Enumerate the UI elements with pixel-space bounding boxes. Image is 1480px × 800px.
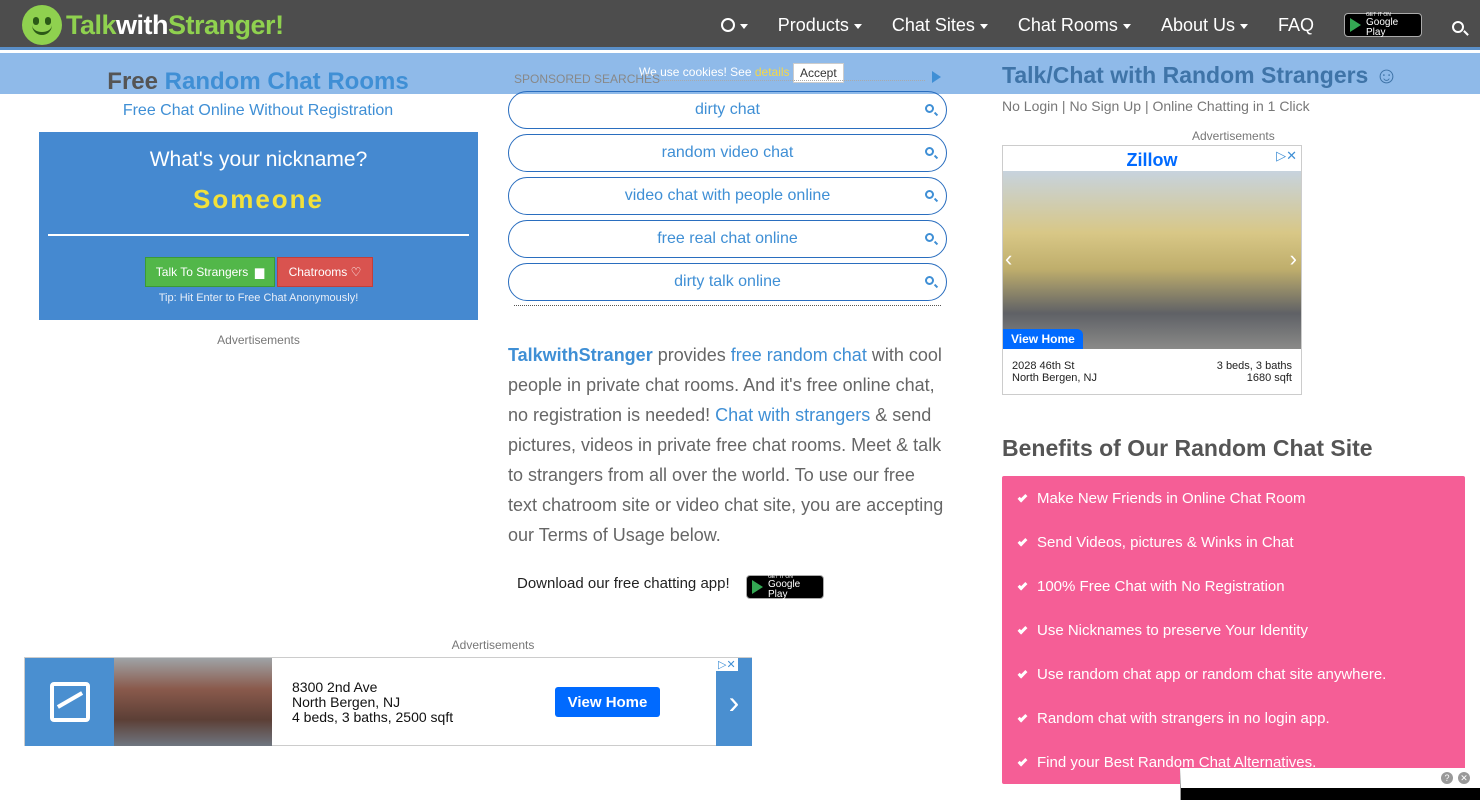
check-icon [1017,756,1028,766]
chevron-right-icon[interactable]: › [1290,246,1297,272]
nickname-input[interactable]: Someone [39,184,478,215]
list-item: Send Videos, pictures & Winks in Chat [1017,534,1294,551]
list-item: Make New Friends in Online Chat Room [1017,490,1305,507]
nickname-panel: What's your nickname? Someone Talk To St… [39,132,478,320]
play-store-icon [752,580,763,594]
ads-label: Advertisements [1192,129,1275,143]
list-item: Use random chat app or random chat site … [1017,666,1386,683]
divider [660,80,925,81]
brand-link[interactable]: TalkwithStranger [508,345,653,365]
list-item: 100% Free Chat with No Registration [1017,578,1285,595]
ad-address: 8300 2nd Ave North Bergen, NJ 4 beds, 3 ba… [292,679,454,725]
divider [514,305,941,306]
ads-label: Advertisements [451,638,535,652]
ads-label: Advertisements [217,333,300,347]
talk-to-strangers-button[interactable]: Talk To Strangers ▆ [145,257,275,287]
chevron-down-icon [739,23,748,29]
search-icon [925,190,934,199]
chevron-down-icon [1122,23,1131,29]
check-icon [1017,536,1028,546]
nickname-underline [48,234,469,236]
list-item: Random chat with strangers in no login a… [1017,710,1330,727]
search-icon [925,104,934,113]
nav-chat-rooms[interactable]: Chat Rooms [1018,15,1131,36]
chevron-down-icon [1239,23,1248,29]
view-home-button[interactable]: View Home [1003,329,1083,349]
cookie-details-link[interactable]: details [755,65,790,79]
chevron-down-icon [979,23,988,29]
chevron-right-icon[interactable]: › [716,658,752,746]
list-item: Use Nicknames to preserve Your Identity [1017,622,1308,639]
house-photo [114,658,272,746]
adchoices-icon[interactable] [932,71,941,83]
check-icon [1017,492,1028,502]
ad-close-icon[interactable]: ▷✕ [716,658,738,671]
smiley-logo-icon [22,5,62,45]
check-icon [1017,668,1028,678]
hero-subtitle: Free Chat Online Without Registration [122,102,394,119]
globe-icon [720,18,735,32]
check-icon [1017,624,1028,634]
play-store-icon [1350,18,1361,32]
google-play-badge[interactable]: GET IT ON Google Play [746,574,824,599]
nav-about-us[interactable]: About Us [1161,15,1248,36]
sponsored-header: SPONSORED SEARCHES [514,72,661,86]
nickname-question: What's your nickname? [149,148,368,171]
zillow-side-ad[interactable]: Zillow ▷✕ ‹ › View Home 2028 46th St Nort… [1002,145,1302,395]
top-navbar: TalkwithStranger! Products Chat Sites Ch… [0,0,1480,50]
site-logo[interactable]: TalkwithStranger! [22,4,284,46]
nav-products[interactable]: Products [778,15,862,36]
benefits-list: Make New Friends in Online Chat Room Sen… [1002,476,1465,784]
floating-video-player[interactable] [1180,768,1480,800]
free-random-chat-link[interactable]: free random chat [731,345,867,365]
search-icon [925,147,934,156]
chatrooms-button[interactable]: Chatrooms ♡ [277,257,373,287]
benefits-title: Benefits of Our Random Chat Site [1002,435,1373,461]
right-subtitle: No Login | No Sign Up | Online Chatting … [1002,98,1310,114]
language-menu[interactable] [720,18,748,32]
search-icon [925,276,934,285]
chevron-down-icon [853,23,862,29]
comment-icon: ▆ [254,265,265,279]
nav-chat-sites[interactable]: Chat Sites [892,15,988,36]
tip-text: Tip: Hit Enter to Free Chat Anonymously! [158,292,359,304]
check-icon [1017,712,1028,722]
sponsored-search-item[interactable]: video chat with people online [508,177,947,215]
intro-paragraph: TalkwithStranger provides free random ch… [508,345,944,545]
search-icon[interactable] [1452,21,1464,33]
heart-icon: ♡ [350,265,362,279]
close-icon[interactable]: ✕ [1458,772,1470,784]
nav-faq[interactable]: FAQ [1278,15,1314,36]
help-icon[interactable]: ? [1441,772,1453,784]
sponsored-search-item[interactable]: free real chat online [508,220,947,258]
search-icon [925,233,934,242]
right-title: Talk/Chat with Random Strangers ☺ [1002,62,1399,88]
cookie-text: We use cookies! See details [639,65,790,79]
logo-text: TalkwithStranger! [66,9,284,40]
hero-title: Free Random Chat Rooms [107,68,409,95]
google-play-badge[interactable]: GET IT ON Google Play [1344,12,1422,37]
sponsored-search-item[interactable]: dirty talk online [508,263,947,301]
zillow-banner-ad[interactable]: 8300 2nd Ave North Bergen, NJ 4 beds, 3 ba… [24,657,752,746]
ad-details: 3 beds, 3 baths 1680 sqft [1216,360,1292,384]
check-icon [1017,580,1028,590]
zillow-logo: Zillow [1126,150,1178,170]
ad-close-icon[interactable]: ▷✕ [1276,148,1297,164]
chat-with-strangers-link[interactable]: Chat with strangers [715,405,870,425]
view-home-button[interactable]: View Home [555,687,660,717]
sponsored-search-item[interactable]: dirty chat [508,91,947,129]
house-photo [1003,171,1301,349]
sponsored-search-item[interactable]: random video chat [508,134,947,172]
ad-address: 2028 46th St North Bergen, NJ [1012,360,1097,384]
chevron-left-icon[interactable]: ‹ [1005,246,1012,272]
zillow-logo-icon [25,658,114,746]
download-app-text: Download our free chatting app! [517,575,730,592]
